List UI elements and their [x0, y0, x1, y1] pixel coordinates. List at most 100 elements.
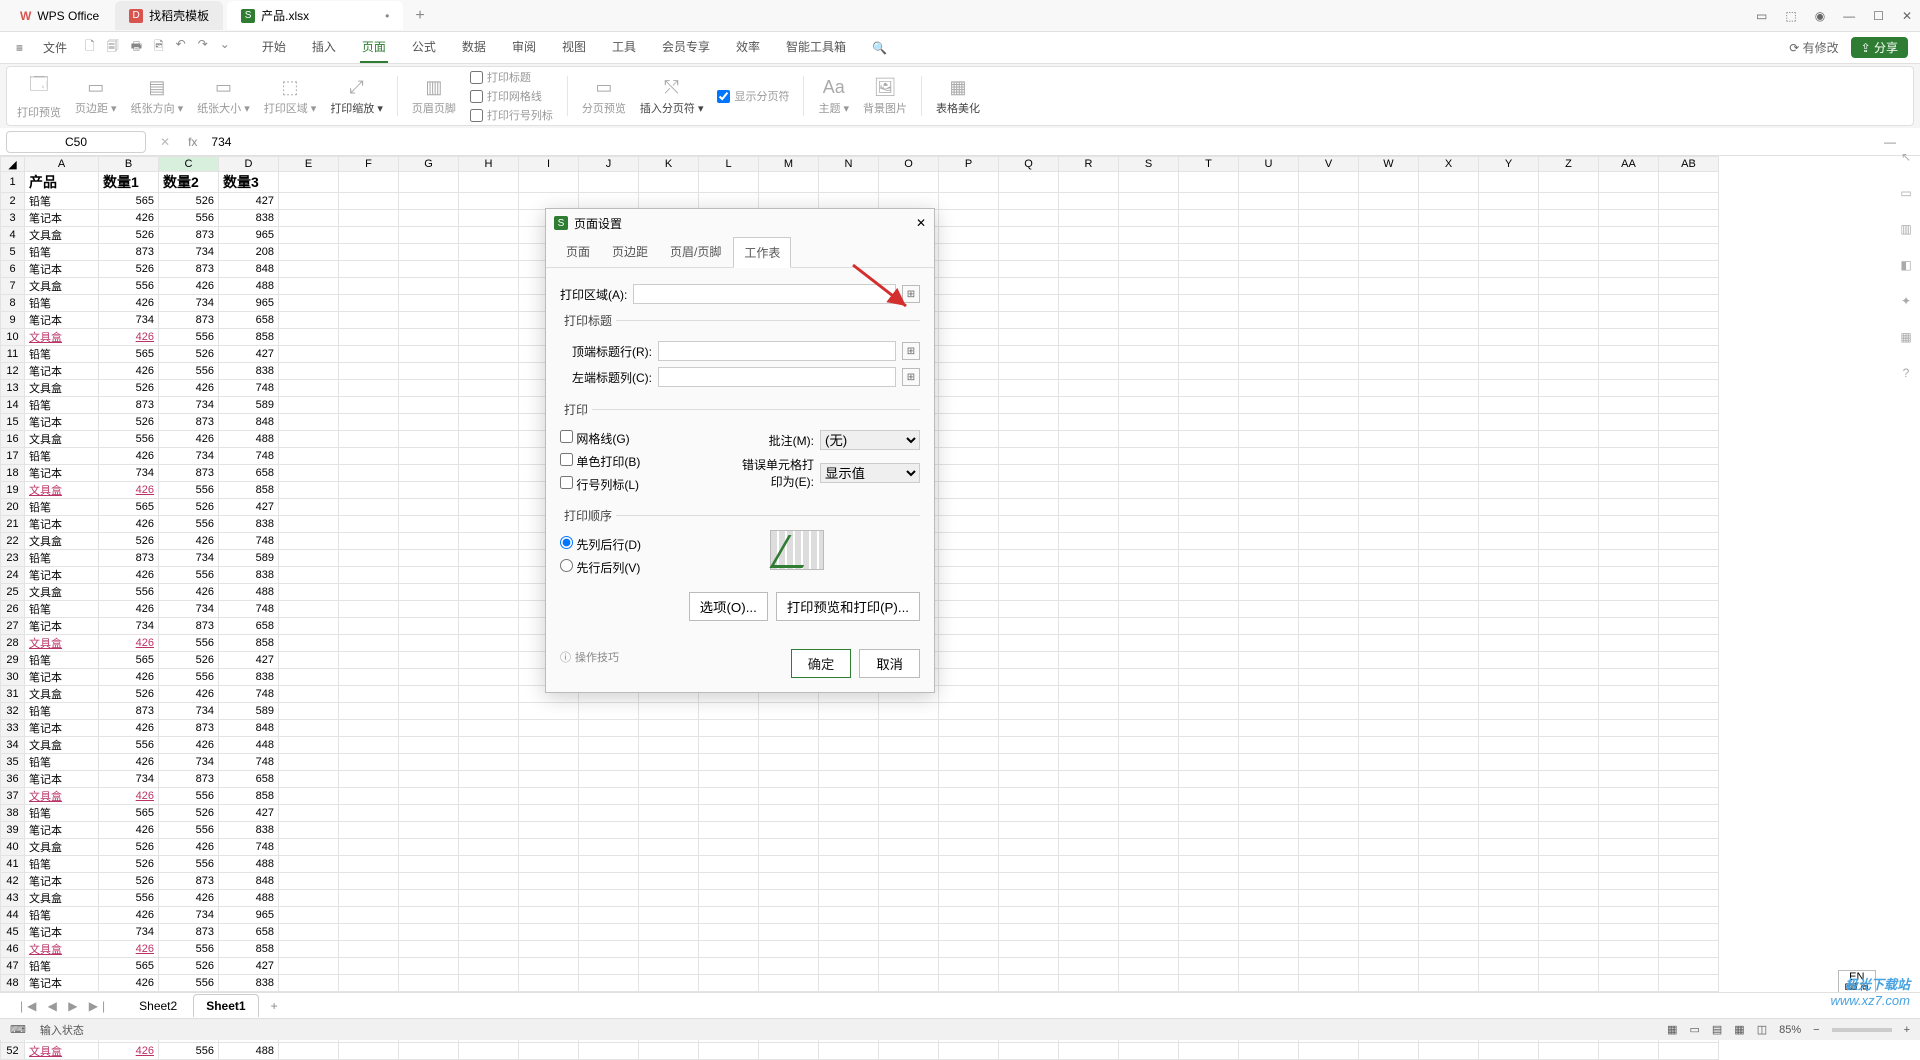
- row-header[interactable]: 34: [1, 737, 25, 754]
- cell[interactable]: [579, 856, 639, 873]
- row-header[interactable]: 39: [1, 822, 25, 839]
- cell[interactable]: [1479, 499, 1539, 516]
- formula-value[interactable]: 734: [211, 135, 231, 149]
- cell[interactable]: [1659, 584, 1719, 601]
- cell[interactable]: [1299, 771, 1359, 788]
- cell[interactable]: 658: [219, 618, 279, 635]
- ribbon-check-打印行号列标[interactable]: 打印行号列标: [470, 107, 553, 123]
- cell[interactable]: [1659, 788, 1719, 805]
- col-header-G[interactable]: G: [399, 157, 459, 172]
- view-icon[interactable]: ▭: [1689, 1023, 1699, 1036]
- cell[interactable]: [399, 788, 459, 805]
- select-all-corner[interactable]: ◢: [1, 157, 25, 172]
- cell[interactable]: [1359, 172, 1419, 193]
- cell[interactable]: [339, 618, 399, 635]
- cell[interactable]: [1659, 873, 1719, 890]
- cell[interactable]: [939, 584, 999, 601]
- cell[interactable]: [339, 805, 399, 822]
- view-icon[interactable]: ◫: [1757, 1023, 1767, 1036]
- cell[interactable]: [1119, 737, 1179, 754]
- cell[interactable]: 488: [219, 890, 279, 907]
- cell[interactable]: [819, 754, 879, 771]
- cell[interactable]: [459, 550, 519, 567]
- cell[interactable]: [759, 771, 819, 788]
- cell[interactable]: 748: [219, 839, 279, 856]
- fx-icon[interactable]: fx: [188, 135, 197, 149]
- cell[interactable]: [339, 873, 399, 890]
- cell[interactable]: [279, 380, 339, 397]
- cell[interactable]: [999, 295, 1059, 312]
- cell[interactable]: [1179, 618, 1239, 635]
- cloud-sync[interactable]: ⟳ 有修改: [1789, 39, 1838, 56]
- cell[interactable]: 426: [159, 890, 219, 907]
- cell[interactable]: [1059, 244, 1119, 261]
- cell[interactable]: [399, 703, 459, 720]
- cell[interactable]: [1659, 924, 1719, 941]
- cell[interactable]: 556: [99, 737, 159, 754]
- cell[interactable]: [1479, 941, 1539, 958]
- cell[interactable]: [399, 278, 459, 295]
- cell[interactable]: 铅笔: [25, 856, 99, 873]
- cell[interactable]: [939, 601, 999, 618]
- cell[interactable]: [1119, 550, 1179, 567]
- cell[interactable]: 734: [159, 295, 219, 312]
- cell[interactable]: [1179, 172, 1239, 193]
- cell[interactable]: [1239, 261, 1299, 278]
- cell[interactable]: 文具盒: [25, 431, 99, 448]
- cell[interactable]: 426: [99, 669, 159, 686]
- cell[interactable]: [1299, 516, 1359, 533]
- cell[interactable]: [1659, 839, 1719, 856]
- cell[interactable]: [999, 584, 1059, 601]
- row-header[interactable]: 19: [1, 482, 25, 499]
- cell[interactable]: [1119, 363, 1179, 380]
- cell[interactable]: [1179, 737, 1239, 754]
- cell[interactable]: [1479, 618, 1539, 635]
- cell[interactable]: [699, 975, 759, 992]
- cell[interactable]: [1479, 380, 1539, 397]
- cell[interactable]: [1239, 448, 1299, 465]
- style-icon[interactable]: ▭: [1900, 186, 1911, 200]
- cell[interactable]: 数量3: [219, 172, 279, 193]
- cell[interactable]: [279, 669, 339, 686]
- cell[interactable]: [1359, 839, 1419, 856]
- cell[interactable]: [1539, 278, 1599, 295]
- cell[interactable]: [399, 465, 459, 482]
- cell[interactable]: 734: [159, 448, 219, 465]
- cell[interactable]: [1599, 533, 1659, 550]
- cell[interactable]: [459, 499, 519, 516]
- cell[interactable]: [999, 567, 1059, 584]
- cell[interactable]: [1359, 771, 1419, 788]
- cell[interactable]: [579, 754, 639, 771]
- cell[interactable]: [879, 172, 939, 193]
- cell[interactable]: [1119, 856, 1179, 873]
- add-sheet-button[interactable]: +: [271, 999, 278, 1013]
- cell[interactable]: 965: [219, 227, 279, 244]
- cell[interactable]: [399, 958, 459, 975]
- cell[interactable]: [1299, 856, 1359, 873]
- cell[interactable]: [1299, 261, 1359, 278]
- row-header[interactable]: 4: [1, 227, 25, 244]
- cell[interactable]: [399, 737, 459, 754]
- cell[interactable]: [879, 975, 939, 992]
- cell[interactable]: [1239, 975, 1299, 992]
- cell[interactable]: [459, 516, 519, 533]
- cell[interactable]: [399, 771, 459, 788]
- cell[interactable]: [1059, 822, 1119, 839]
- cell[interactable]: 873: [159, 227, 219, 244]
- cell[interactable]: [1119, 465, 1179, 482]
- row-header[interactable]: 16: [1, 431, 25, 448]
- cell[interactable]: [1539, 261, 1599, 278]
- spreadsheet-grid[interactable]: ◢ABCDEFGHIJKLMNOPQRSTUVWXYZAAAB1产品数量1数量2…: [0, 156, 1920, 1060]
- add-tab-button[interactable]: +: [415, 7, 424, 25]
- cell[interactable]: [1479, 975, 1539, 992]
- cell[interactable]: 526: [99, 533, 159, 550]
- col-header-Q[interactable]: Q: [999, 157, 1059, 172]
- cell[interactable]: [1299, 635, 1359, 652]
- cell[interactable]: [1479, 737, 1539, 754]
- cell[interactable]: [999, 737, 1059, 754]
- cell[interactable]: 文具盒: [25, 278, 99, 295]
- cell[interactable]: [699, 703, 759, 720]
- ribbon-纸张大小 ▾[interactable]: ▭纸张大小 ▾: [197, 77, 250, 116]
- cell[interactable]: [879, 193, 939, 210]
- cell[interactable]: [1419, 516, 1479, 533]
